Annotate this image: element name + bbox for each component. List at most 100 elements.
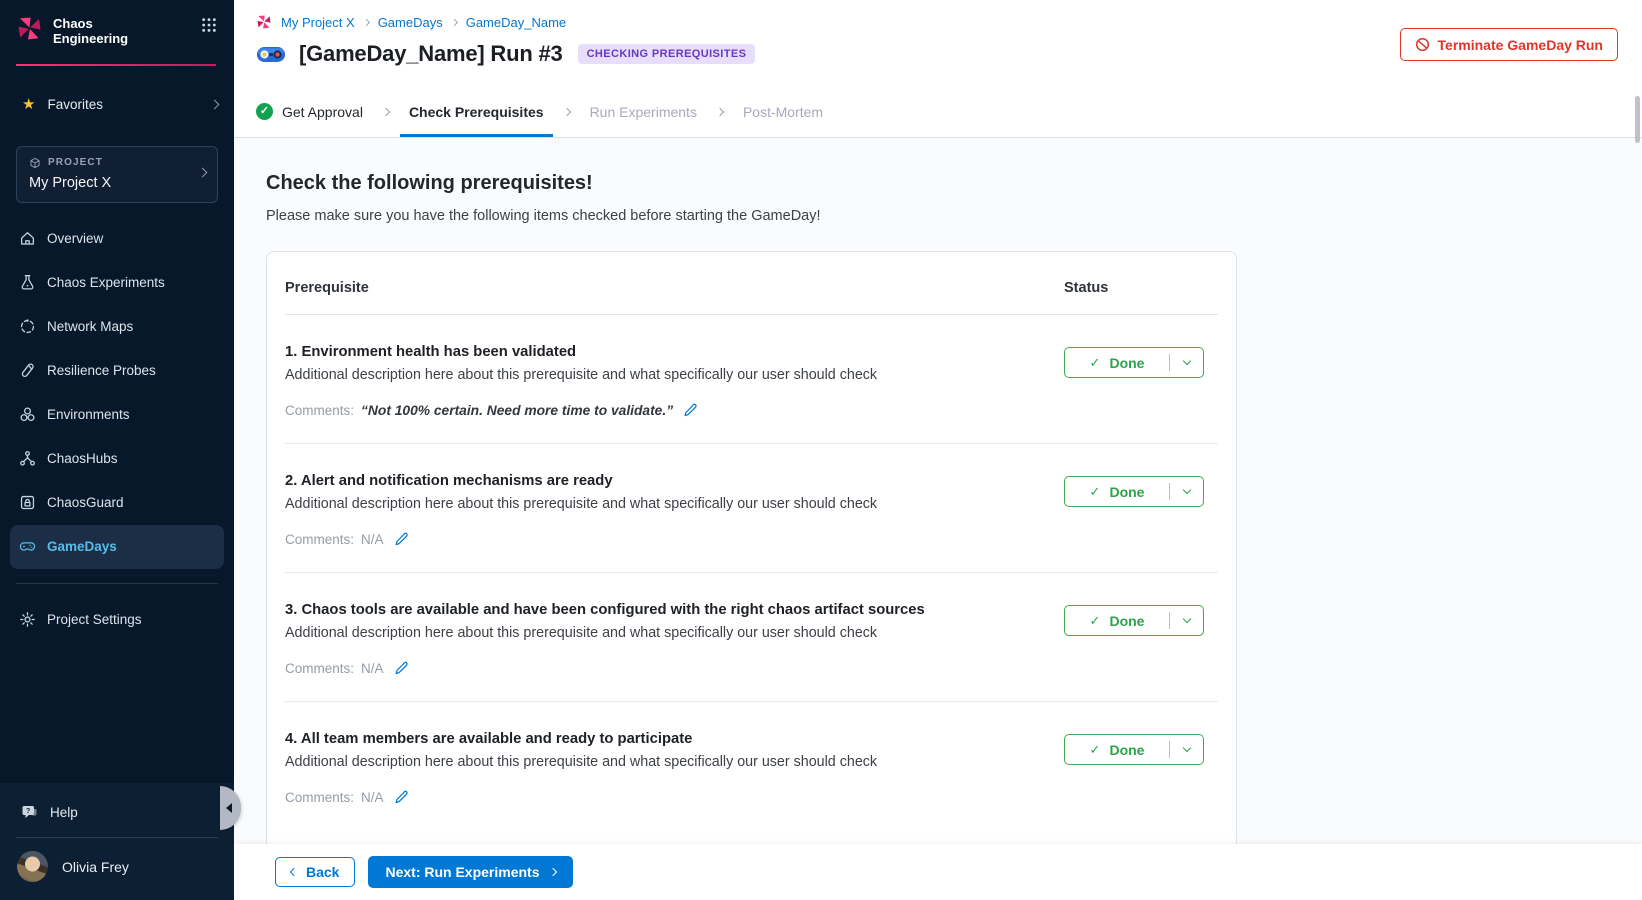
- status-done-button[interactable]: ✓ Done: [1064, 476, 1204, 507]
- done-label: Done: [1109, 742, 1144, 758]
- edit-pencil-icon[interactable]: [394, 790, 409, 805]
- sidebar: Chaos Engineering ★ Favorites PROJECT My…: [0, 0, 234, 900]
- chevron-right-icon: [451, 18, 458, 25]
- breadcrumb-item: GameDays: [378, 15, 457, 30]
- terminate-gameday-button[interactable]: Terminate GameDay Run: [1400, 28, 1618, 61]
- step-2[interactable]: ✓ Run Experiments: [590, 86, 743, 137]
- gear-icon: [19, 611, 36, 628]
- status-done-button[interactable]: ✓ Done: [1064, 734, 1204, 765]
- nav-item-icon: [19, 274, 36, 291]
- sidebar-item-favorites[interactable]: ★ Favorites: [0, 90, 234, 120]
- status-dropdown-toggle[interactable]: [1170, 619, 1203, 622]
- project-selector[interactable]: PROJECT My Project X: [16, 146, 218, 203]
- nav-item-label: Overview: [47, 231, 103, 246]
- comments-label: Comments:: [285, 661, 354, 676]
- done-label: Done: [1109, 355, 1144, 371]
- chevron-right-icon: [363, 18, 370, 25]
- breadcrumb-item: My Project X: [281, 15, 369, 30]
- step-label: Run Experiments: [590, 104, 697, 120]
- back-button[interactable]: Back: [275, 857, 355, 887]
- chevron-right-icon: [198, 168, 208, 178]
- sidebar-item-0[interactable]: Overview: [10, 217, 224, 261]
- project-settings-label: Project Settings: [47, 612, 142, 627]
- edit-pencil-icon[interactable]: [683, 403, 698, 418]
- chevron-right-icon: [548, 868, 556, 876]
- cube-icon: [29, 157, 41, 169]
- project-eyebrow-label: PROJECT: [48, 157, 103, 168]
- comments-row: Comments: N/A: [285, 661, 1040, 676]
- sidebar-item-7[interactable]: GameDays: [10, 525, 224, 569]
- status-cell: ✓ Done: [1064, 731, 1218, 805]
- nav-item-label: ChaosHubs: [47, 451, 118, 466]
- nav-item-icon: [19, 230, 36, 247]
- status-done-button[interactable]: ✓ Done: [1064, 605, 1204, 636]
- sidebar-item-project-settings[interactable]: Project Settings: [10, 598, 224, 642]
- comments-value: N/A: [361, 790, 384, 805]
- sidebar-item-2[interactable]: Network Maps: [10, 305, 224, 349]
- nav-item-label: ChaosGuard: [47, 495, 124, 510]
- breadcrumb-link[interactable]: GameDays: [378, 15, 443, 30]
- comments-row: Comments: N/A: [285, 790, 1040, 805]
- status-dropdown-toggle[interactable]: [1170, 748, 1203, 751]
- prerequisite-description: Additional description here about this p…: [285, 496, 1040, 512]
- help-chat-icon: ?: [21, 804, 38, 821]
- step-label: Check Prerequisites: [409, 104, 544, 120]
- edit-pencil-icon[interactable]: [394, 661, 409, 676]
- main-area: My Project X GameDays GameDay_Name [Game…: [234, 0, 1642, 900]
- status-done-button[interactable]: ✓ Done: [1064, 347, 1204, 378]
- brand-accent-divider: [16, 64, 216, 66]
- comments-label: Comments:: [285, 790, 354, 805]
- edit-pencil-icon[interactable]: [394, 532, 409, 547]
- column-header-prerequisite: Prerequisite: [285, 280, 1064, 296]
- check-circle-icon: ✓: [256, 103, 273, 120]
- breadcrumb-link[interactable]: GameDay_Name: [466, 15, 566, 30]
- nav-item-icon: [19, 362, 36, 379]
- nav-item-label: Resilience Probes: [47, 363, 156, 378]
- prerequisite-details: 2. Alert and notification mechanisms are…: [285, 473, 1064, 547]
- comments-value: “Not 100% certain. Need more time to val…: [361, 403, 673, 418]
- star-icon: ★: [22, 97, 35, 112]
- status-cell: ✓ Done: [1064, 602, 1218, 676]
- chevron-down-icon: [1182, 744, 1190, 752]
- chevron-right-icon: [382, 107, 390, 115]
- sidebar-item-1[interactable]: Chaos Experiments: [10, 261, 224, 305]
- prerequisite-title: 1. Environment health has been validated: [285, 344, 1040, 360]
- chevron-down-icon: [1182, 615, 1190, 623]
- sidebar-item-4[interactable]: Environments: [10, 393, 224, 437]
- app-switcher-grid-icon[interactable]: [200, 15, 218, 33]
- user-menu[interactable]: Olivia Frey: [0, 838, 234, 890]
- step-3[interactable]: ✓ Post-Mortem: [743, 86, 823, 137]
- comments-row: Comments: “Not 100% certain. Need more t…: [285, 403, 1040, 418]
- status-dropdown-toggle[interactable]: [1170, 490, 1203, 493]
- done-label: Done: [1109, 613, 1144, 629]
- nav-item-icon: [19, 494, 36, 511]
- vertical-scrollbar-thumb[interactable]: [1635, 96, 1640, 143]
- sidebar-item-help[interactable]: ? Help: [0, 791, 234, 833]
- prerequisites-card: Prerequisite Status 1. Environment healt…: [266, 251, 1237, 863]
- check-icon: ✓: [1090, 742, 1101, 758]
- prerequisite-details: 1. Environment health has been validated…: [285, 344, 1064, 418]
- run-stepper: ✓ Get Approval ✓ Check Prerequisites ✓ R…: [234, 86, 1642, 138]
- chevron-right-icon: [716, 107, 724, 115]
- page-header: My Project X GameDays GameDay_Name [Game…: [234, 0, 1642, 86]
- nav-item-label: Environments: [47, 407, 130, 422]
- prerequisite-title: 3. Chaos tools are available and have be…: [285, 602, 1040, 618]
- nav-item-label: Chaos Experiments: [47, 275, 165, 290]
- gamepad-icon: [256, 43, 286, 66]
- brand-name: Chaos Engineering: [53, 15, 128, 47]
- step-0[interactable]: ✓ Get Approval: [256, 86, 409, 137]
- step-1[interactable]: ✓ Check Prerequisites: [409, 86, 590, 137]
- sidebar-divider: [16, 583, 218, 584]
- chaos-module-icon: [256, 14, 272, 30]
- breadcrumb-item: GameDay_Name: [466, 15, 566, 30]
- breadcrumb-link[interactable]: My Project X: [281, 15, 355, 30]
- prerequisite-details: 3. Chaos tools are available and have be…: [285, 602, 1064, 676]
- sidebar-item-6[interactable]: ChaosGuard: [10, 481, 224, 525]
- status-dropdown-toggle[interactable]: [1170, 361, 1203, 364]
- comments-row: Comments: N/A: [285, 532, 1040, 547]
- sidebar-item-3[interactable]: Resilience Probes: [10, 349, 224, 393]
- prerequisite-description: Additional description here about this p…: [285, 367, 1040, 383]
- sidebar-item-5[interactable]: ChaosHubs: [10, 437, 224, 481]
- prerequisite-row-3: 4. All team members are available and re…: [285, 702, 1218, 830]
- next-run-experiments-button[interactable]: Next: Run Experiments: [368, 856, 572, 888]
